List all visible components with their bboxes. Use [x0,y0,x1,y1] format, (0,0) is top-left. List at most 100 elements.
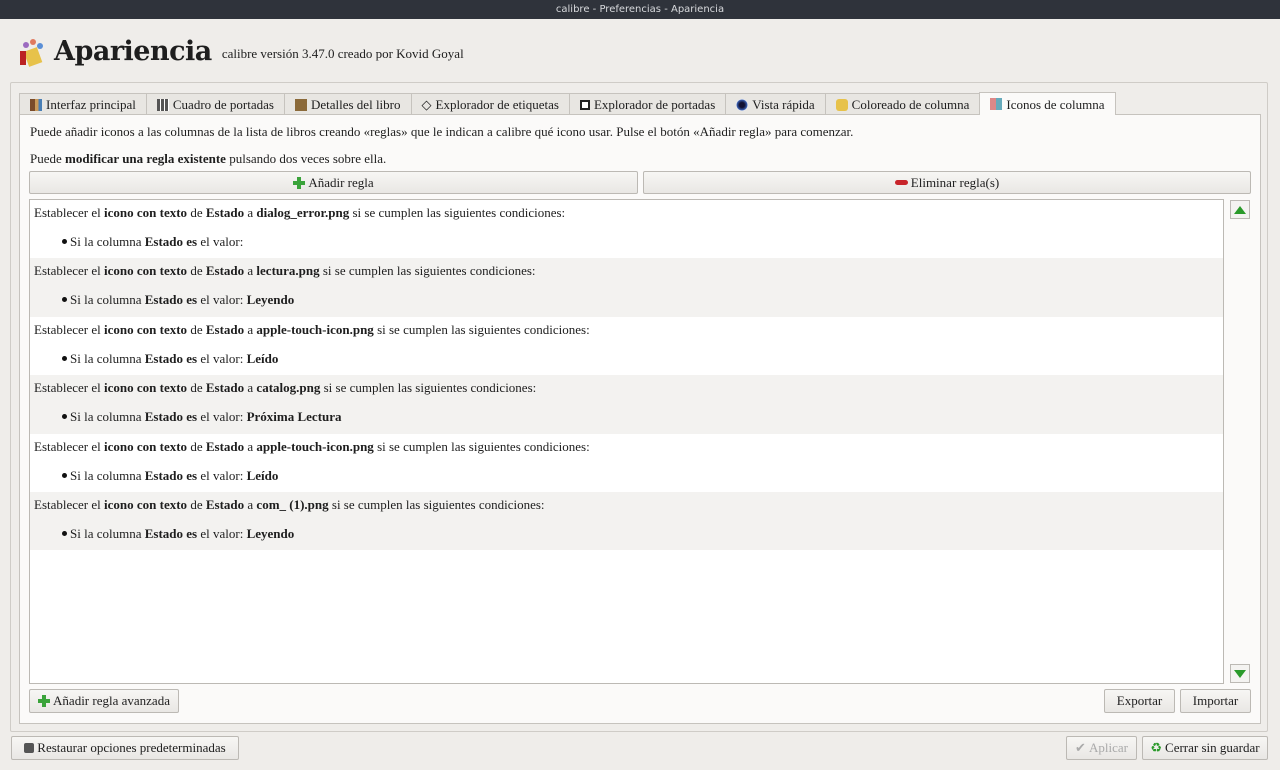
rule-text: el valor: [197,525,247,541]
tab-explorador-portadas[interactable]: Explorador de portadas [568,93,727,115]
tab-iconos-columna[interactable]: Iconos de columna [979,92,1116,115]
rule-row[interactable]: Establecer el icono con texto de Estado … [30,375,1223,434]
rule-text: Si la columna [70,234,145,249]
tab-vista-rapida[interactable]: Vista rápida [725,93,826,115]
tab-interfaz-principal[interactable]: Interfaz principal [19,93,147,115]
tab-coloreado-columna[interactable]: Coloreado de columna [824,93,981,115]
rule-text: a [244,496,257,512]
rule-row[interactable]: Establecer el icono con texto de Estado … [30,434,1223,492]
recycle-icon: ♻ [1150,740,1163,755]
books-icon [30,98,42,111]
rule-text: Si la columna [70,467,145,483]
tag-icon: ◇ [421,97,432,112]
rule-text: a [244,438,257,454]
rule-text: a [244,321,257,337]
rule-text: lectura.png [256,263,320,279]
rule-text: si se cumplen las siguientes condiciones… [373,438,590,454]
rule-text: de [187,263,206,279]
rule-text: el valor: [197,467,247,483]
rule-text: Estado [205,380,245,396]
tab-explorador-etiquetas[interactable]: ◇ Explorador de etiquetas [410,93,570,115]
rule-text: Establecer el [34,321,105,337]
rule-text: de [187,321,206,337]
tab-detalles-libro[interactable]: Detalles del libro [283,93,412,115]
check-icon: ✔ [1075,740,1086,755]
rule-text: de [187,380,206,396]
add-rule-button[interactable]: Añadir regla [29,171,638,194]
rule-text: Estado es [144,350,198,366]
rule-text: icono con texto [104,205,188,220]
column-icons-icon [990,98,1003,110]
rule-text: Estado es [144,409,198,425]
palette-icon [835,98,848,111]
rule-text: el valor: [197,409,247,425]
rule-text: Establecer el [34,205,105,220]
plus-icon [38,695,51,707]
rule-row[interactable]: Establecer el icono con texto de Estado … [30,491,1223,551]
rule-text: de [187,205,206,220]
restore-defaults-button[interactable]: Restaurar opciones predeterminadas [11,736,239,760]
tab-cuadro-portadas[interactable]: Cuadro de portadas [145,93,285,115]
rule-text: a [244,263,257,279]
rule-row[interactable]: Establecer el icono con texto de Estado … [30,317,1223,375]
arrow-down-icon [1234,669,1246,678]
rule-text: icono con texto [104,321,188,337]
rule-condition: Si la columna Estado es el valor: Próxim… [34,409,1219,425]
remove-rules-button[interactable]: Eliminar regla(s) [643,171,1251,194]
rule-text: Próxima Lectura [246,409,342,425]
rule-text: Si la columna [70,409,145,425]
rule-text: el valor: [197,292,247,308]
eye-icon [736,98,749,111]
book-icon [294,98,307,111]
apply-button[interactable]: ✔ Aplicar [1066,736,1137,760]
rule-text: de [187,438,206,454]
tab-bar: Interfaz principal Cuadro de portadas De… [19,92,1116,115]
add-advanced-rule-button[interactable]: Añadir regla avanzada [29,689,179,713]
rule-text: Si la columna [70,292,145,308]
rule-text: icono con texto [104,496,188,512]
rule-text: Establecer el [34,263,105,279]
rule-text: Si la columna [70,525,145,541]
intro-text: Puede añadir iconos a las columnas de la… [30,124,854,139]
import-button[interactable]: Importar [1180,689,1251,713]
rule-text: si se cumplen las siguientes condiciones… [328,496,545,512]
rule-text: el valor: [197,234,244,249]
rule-text: catalog.png [256,380,321,396]
rule-text: Leyendo [246,292,295,308]
rules-list[interactable]: Establecer el icono con texto de Estado … [29,199,1224,684]
move-down-button[interactable] [1230,664,1250,683]
minus-icon [894,180,908,185]
rule-condition: Si la columna Estado es el valor: Leído [34,351,1219,367]
rule-text: Establecer el [34,438,105,454]
plus-icon [293,176,306,189]
rule-text: Estado es [144,525,198,541]
restore-icon [24,743,35,753]
grid-icon [156,98,169,111]
rule-text: icono con texto [104,263,188,279]
rule-text: apple-touch-icon.png [256,438,374,454]
rule-description: Establecer el icono con texto de Estado … [34,322,1219,338]
rule-text: Leído [246,350,279,366]
rule-row[interactable]: Establecer el icono con texto de Estado … [30,258,1223,317]
rule-text: el valor: [197,350,247,366]
rule-text: Establecer el [34,380,105,396]
intro-hint: Puede modificar una regla existente puls… [30,151,387,166]
rule-row[interactable]: Establecer el icono con texto de Estado … [30,200,1223,258]
rule-text: Estado [205,496,245,512]
rule-description: Establecer el icono con texto de Estado … [34,205,1219,221]
rule-description: Establecer el icono con texto de Estado … [34,439,1219,455]
rule-text: apple-touch-icon.png [256,321,374,337]
close-without-saving-button[interactable]: ♻ Cerrar sin guardar [1142,736,1268,760]
export-button[interactable]: Exportar [1104,689,1175,713]
rule-description: Establecer el icono con texto de Estado … [34,263,1219,279]
rule-condition: Si la columna Estado es el valor: [34,234,1219,250]
rule-text: Estado es [144,292,198,308]
rule-text: icono con texto [104,438,188,454]
move-up-button[interactable] [1230,200,1250,219]
window-titlebar: calibre - Preferencias - Apariencia [0,0,1280,19]
rule-text: a [244,380,257,396]
rule-text: Si la columna [70,350,145,366]
rule-text: Estado [205,438,245,454]
rule-text: si se cumplen las siguientes condiciones… [349,205,566,220]
rule-text: Establecer el [34,496,105,512]
